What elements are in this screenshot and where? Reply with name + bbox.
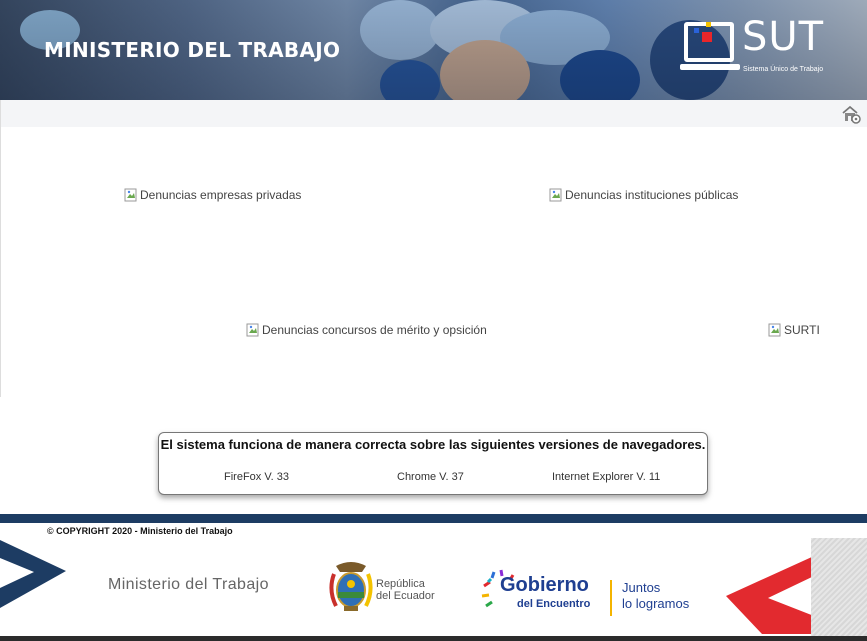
logo-red-square — [702, 32, 712, 42]
header-banner: MINISTERIO DEL TRABAJO SUT Sistema Único… — [0, 0, 867, 100]
republica-del-ecuador: República del Ecuador — [376, 578, 435, 602]
footer-texture — [811, 538, 867, 636]
browser-version-chrome: Chrome V. 37 — [397, 471, 464, 483]
link-surti[interactable]: SURTI — [768, 323, 820, 337]
broken-image-icon — [246, 323, 259, 337]
link-alt-text: Denuncias instituciones públicas — [565, 188, 739, 202]
logo-blue-square — [694, 28, 699, 33]
ministry-title: MINISTERIO DEL TRABAJO — [44, 38, 341, 62]
broken-image-icon — [124, 188, 137, 202]
republica-line2: del Ecuador — [376, 590, 435, 602]
juntos-lo-logramos: Juntos lo logramos — [622, 580, 689, 612]
browser-version-firefox: FireFox V. 33 — [224, 471, 290, 483]
footer-ministerio-logo: Ministerio del Trabajo — [108, 576, 269, 593]
logo-text: SUT — [742, 14, 825, 60]
link-alt-text: Denuncias empresas privadas — [140, 188, 302, 202]
link-alt-text: Denuncias concursos de mérito y opsición — [262, 323, 487, 337]
laptop-base — [680, 64, 740, 70]
gobierno-text: Gobierno — [500, 574, 589, 596]
encuentro-text: del Encuentro — [517, 598, 591, 610]
chevron-left-icon — [726, 556, 814, 634]
logo-yellow-square — [706, 22, 711, 27]
sut-logo[interactable]: SUT Sistema Único de Trabajo — [680, 14, 830, 78]
browser-note-title: El sistema funciona de manera correcta s… — [160, 437, 706, 452]
republica-line1: República — [376, 578, 425, 590]
broken-image-icon — [549, 188, 562, 202]
toolbar — [0, 100, 867, 127]
footer-separator — [610, 580, 612, 616]
home-settings-icon[interactable] — [841, 104, 861, 124]
footer-divider-bar — [0, 514, 867, 523]
footer: Ministerio del Trabajo República del Ecu… — [0, 538, 867, 641]
chevron-right-icon — [0, 540, 66, 608]
laptop-icon — [684, 22, 734, 62]
juntos-line1: Juntos — [622, 580, 661, 595]
browser-compatibility-box: El sistema funciona de manera correcta s… — [158, 432, 708, 495]
link-denuncias-instituciones-publicas[interactable]: Denuncias instituciones públicas — [549, 188, 738, 202]
browser-version-ie: Internet Explorer V. 11 — [552, 471, 661, 483]
copyright-text: © COPYRIGHT 2020 - Ministerio del Trabaj… — [47, 526, 233, 536]
link-denuncias-concursos-merito[interactable]: Denuncias concursos de mérito y opsición — [246, 323, 487, 337]
footer-bottom-line — [0, 636, 867, 641]
broken-image-icon — [768, 323, 781, 337]
logo-subtitle: Sistema Único de Trabajo — [743, 66, 824, 73]
content-area: Denuncias empresas privadas Denuncias in… — [0, 127, 867, 397]
ecuador-coat-of-arms-icon — [329, 562, 373, 611]
link-denuncias-empresas-privadas[interactable]: Denuncias empresas privadas — [124, 188, 301, 202]
juntos-line2: lo logramos — [622, 596, 690, 611]
link-alt-text: SURTI — [784, 323, 820, 337]
